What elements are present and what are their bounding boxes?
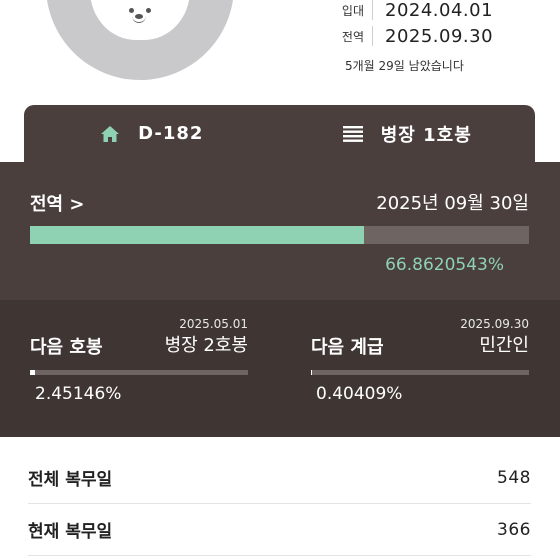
- discharge-progress-bar: [30, 226, 529, 244]
- profile-header: 입대 2024.04.01 전역 2025.09.30 5개월 29일 남았습니…: [0, 0, 560, 105]
- remaining-time: 5개월 29일 남았습니다: [345, 59, 464, 73]
- discharge-section: 전역 > 2025년 09월 30일 66.8620543%: [0, 162, 560, 300]
- next-rank-date: 2025.09.30: [460, 317, 529, 331]
- next-pay-title: 다음 호봉: [30, 337, 103, 358]
- list-item-served-days: 현재 복무일 366: [28, 504, 531, 556]
- tab-rank-label: 병장 1호봉: [380, 124, 472, 146]
- tab-rank[interactable]: 병장 1호봉: [280, 121, 536, 147]
- next-rank-progress-fill: [311, 370, 312, 375]
- next-pay-card: 2025.05.01 다음 호봉 병장 2호봉 2.45146%: [30, 300, 248, 437]
- next-pay-progress-fill: [30, 370, 36, 375]
- home-icon: [101, 125, 120, 142]
- discharge-percent: 66.8620543%: [385, 255, 504, 275]
- next-pay-progress-bar: [30, 370, 248, 375]
- stat-label: 현재 복무일: [28, 522, 113, 542]
- next-rank-rank: 민간인: [479, 335, 529, 356]
- next-rank-percent: 0.40409%: [316, 384, 403, 404]
- avatar: [46, 0, 234, 80]
- military-service-app: 입대 2024.04.01 전역 2025.09.30 5개월 29일 남았습니…: [0, 0, 560, 560]
- promotion-section: 2025.05.01 다음 호봉 병장 2호봉 2.45146% 2025.09…: [0, 300, 560, 437]
- next-pay-percent: 2.45146%: [35, 384, 122, 404]
- menu-icon: [342, 125, 363, 142]
- next-rank-progress-bar: [311, 370, 529, 375]
- discharge-link[interactable]: 전역 >: [30, 190, 84, 216]
- enlist-row: 입대 2024.04.01: [330, 0, 493, 22]
- next-rank-title: 다음 계급: [311, 337, 384, 358]
- stat-value: 366: [497, 519, 531, 540]
- discharge-label: 전역: [341, 29, 364, 44]
- stat-label: 전체 복무일: [28, 470, 113, 490]
- enlist-label: 입대: [341, 3, 364, 18]
- next-pay-rank: 병장 2호봉: [164, 335, 248, 356]
- list-item-total-days: 전체 복무일 548: [28, 452, 531, 504]
- next-rank-card: 2025.09.30 다음 계급 민간인 0.40409%: [311, 300, 529, 437]
- tab-bar: D-182 병장 1호봉: [24, 105, 535, 162]
- discharge-row: 전역 2025.09.30: [330, 24, 493, 48]
- tab-dday-label: D-182: [138, 123, 204, 144]
- stat-value: 548: [497, 467, 531, 488]
- discharge-date: 2025.09.30: [385, 25, 494, 47]
- tab-dday[interactable]: D-182: [24, 123, 280, 144]
- enlist-date: 2024.04.01: [385, 0, 494, 21]
- discharge-full-date: 2025년 09월 30일: [376, 193, 529, 214]
- discharge-progress-fill: [30, 226, 364, 244]
- next-pay-date: 2025.05.01: [179, 317, 248, 331]
